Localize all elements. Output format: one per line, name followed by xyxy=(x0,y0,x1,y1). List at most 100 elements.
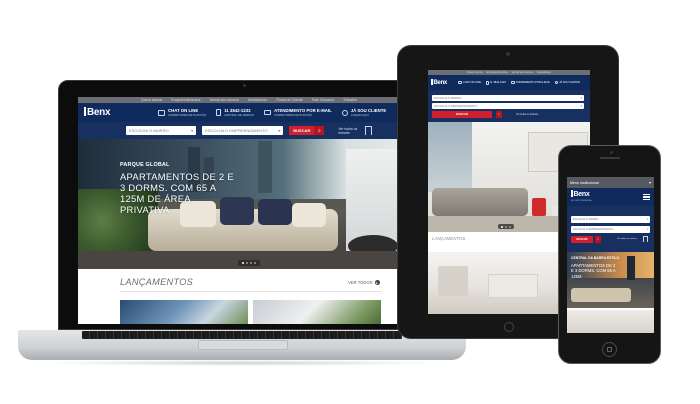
launch-card-image[interactable] xyxy=(253,300,381,324)
carousel-dot[interactable] xyxy=(509,225,511,228)
chevron-down-icon: ▾ xyxy=(648,180,651,185)
view-all-properties-link[interactable]: Ver todos os imóveis xyxy=(516,113,538,116)
phone-icon xyxy=(216,109,222,116)
bairro-select[interactable]: ESCOLHA O BAIRRO ▾ xyxy=(126,126,197,135)
nav-item[interactable]: Investidores xyxy=(537,71,551,74)
view-all-properties-link[interactable]: Ver todos os imóveis xyxy=(617,238,641,241)
email-support[interactable]: ATENDIMENTO POR E-MAIL CORRETORES DE PLA… xyxy=(264,108,332,117)
smartphone: Menu institucional ▾ Benx INCORPORADORA … xyxy=(558,145,661,364)
phone-speaker xyxy=(600,157,620,159)
bairro-select[interactable]: ESCOLHA O BAIRRO ▾ xyxy=(571,215,650,223)
logo-mark xyxy=(84,107,86,116)
phone-camera xyxy=(610,151,613,154)
carousel-dots[interactable] xyxy=(238,260,260,266)
hero-banner: PARQUE GLOBAL APARTAMENTOS DE 2 E 3 DORM… xyxy=(78,139,420,269)
nav-item[interactable]: Fale Conosco xyxy=(312,98,334,102)
nav-item[interactable]: Investidores xyxy=(248,98,267,102)
building-icon xyxy=(364,126,373,135)
user-icon xyxy=(555,81,559,84)
interior-detail-image xyxy=(488,274,538,298)
view-all-link[interactable]: VER TODOS ▸ xyxy=(348,280,380,285)
view-all-properties-link[interactable]: Ver todos os imóveis xyxy=(338,127,358,135)
chevron-down-icon: ▾ xyxy=(646,227,648,231)
hero-banner: CENTRAL DA BARRA ESTILO APARTAMENTOS DE … xyxy=(567,252,654,308)
search-button[interactable]: BUSCAR xyxy=(289,126,315,135)
search-button[interactable]: BUSCAR xyxy=(432,110,492,118)
site-logo[interactable]: Benx xyxy=(431,79,453,86)
carousel-dot[interactable] xyxy=(250,262,252,264)
hero-headline: APARTAMENTOS DE 2 E 3 DORMS. COM 65 A 12… xyxy=(571,263,616,279)
chat-icon xyxy=(458,81,462,84)
carousel-dot[interactable] xyxy=(246,262,248,264)
logo-mark xyxy=(431,79,433,85)
empreendimento-select[interactable]: ESCOLHA O EMPREENDIMENTO ▾ xyxy=(202,126,284,135)
empreendimento-select[interactable]: ESCOLHA O EMPREENDIMENTO ▾ xyxy=(571,225,650,233)
client-login[interactable]: JÁ SOU CLIENTE xyxy=(555,81,580,84)
sofa-image xyxy=(432,188,528,216)
home-button-icon[interactable] xyxy=(504,322,514,332)
search-icon[interactable]: ⌕ xyxy=(314,126,325,135)
site-logo[interactable]: Benx INCORPORADORA xyxy=(571,189,592,205)
chevron-down-icon: ▾ xyxy=(580,95,582,100)
tablet-camera xyxy=(506,52,510,56)
launch-card-image[interactable] xyxy=(120,300,248,324)
sales-phone[interactable]: 11 3842-1333 xyxy=(485,80,506,85)
sales-phone[interactable]: 11 3842-1333 CENTRAL DE VENDAS xyxy=(216,108,254,117)
window-image xyxy=(428,122,472,192)
nav-item[interactable]: Quem somos xyxy=(141,98,162,102)
email-support[interactable]: ATENDIMENTO POR E-MAIL xyxy=(510,81,550,84)
email-icon xyxy=(510,81,515,84)
carousel-dot[interactable] xyxy=(254,262,256,264)
building-silhouette xyxy=(627,256,635,280)
nav-item[interactable]: Quem somos xyxy=(467,71,482,74)
bairro-select[interactable]: ESCOLHA O BAIRRO ▾ xyxy=(432,94,584,101)
client-login[interactable]: JÁ SOU CLIENTE CLIQUE AQUI xyxy=(341,108,386,117)
home-button-icon[interactable] xyxy=(602,342,617,357)
search-bar: ESCOLHA O BAIRRO ▾ ESCOLHA O EMPREENDIMEN… xyxy=(567,206,654,252)
nav-item[interactable]: Empreendimentos xyxy=(171,98,200,102)
nav-item[interactable]: Venda seu terreno xyxy=(209,98,238,102)
search-button[interactable]: BUSCAR xyxy=(571,235,593,243)
chat-icon xyxy=(158,109,165,116)
search-bar: ESCOLHA O BAIRRO ▾ ESCOLHA O EMPREENDIMEN… xyxy=(78,122,420,139)
email-icon xyxy=(264,110,272,115)
site-logo[interactable]: Benx xyxy=(84,107,130,118)
nav-item[interactable]: Empreendimentos xyxy=(487,71,508,74)
nav-item[interactable]: Venda seu terreno xyxy=(512,71,533,74)
arrow-right-icon: ▸ xyxy=(374,280,380,285)
user-icon xyxy=(341,109,348,116)
launch-card-image[interactable] xyxy=(567,310,654,333)
nav-item[interactable]: Trabalhe xyxy=(343,98,357,102)
search-bar: ESCOLHA O BAIRRO ▾ ESCOLHA O EMPREENDIMEN… xyxy=(428,90,590,122)
carousel-dot[interactable] xyxy=(501,225,503,228)
building-icon xyxy=(643,236,648,242)
empreendimento-select[interactable]: ESCOLHA O EMPREENDIMENTO ▾ xyxy=(432,102,584,109)
carousel-dots[interactable] xyxy=(498,224,514,229)
chat-online[interactable]: CHAT ON LINE CORRETORES DE PLANTÃO xyxy=(158,108,206,117)
launches-section-title: LANÇAMENTOS xyxy=(120,277,194,287)
cushion-image xyxy=(292,203,326,227)
laptop-screen: Quem somos Empreendimentos Venda seu ter… xyxy=(78,97,420,324)
laptop-keyboard xyxy=(82,331,402,339)
site-header: Benx CHAT ON LINE 11 3842-1333 ATENDIMEN… xyxy=(428,75,590,90)
red-stool-image xyxy=(532,198,546,216)
logo-mark xyxy=(571,189,573,197)
site-header: Benx CHAT ON LINE CORRETORES DE PLANTÃO … xyxy=(78,103,420,122)
search-icon[interactable]: ⌕ xyxy=(595,235,601,243)
chat-online[interactable]: CHAT ON LINE xyxy=(458,81,481,84)
carousel-dot[interactable] xyxy=(505,225,507,228)
sofa-image xyxy=(571,288,631,302)
carousel-dot[interactable] xyxy=(242,262,244,264)
hero-headline: APARTAMENTOS DE 2 E 3 DORMS. COM 65 A 12… xyxy=(120,171,234,215)
section-divider xyxy=(120,291,382,292)
mobile-menu-bar[interactable]: Menu institucional ▾ xyxy=(567,177,654,188)
interior-detail-image xyxy=(438,266,468,296)
nav-item[interactable]: Portal do Cliente xyxy=(276,98,303,102)
search-icon[interactable]: ⌕ xyxy=(496,110,502,118)
phone-screen: Menu institucional ▾ Benx INCORPORADORA … xyxy=(567,177,654,333)
chevron-down-icon: ▾ xyxy=(278,128,281,133)
chevron-down-icon: ▾ xyxy=(580,103,582,108)
hamburger-icon[interactable] xyxy=(643,194,650,200)
building-silhouette xyxy=(258,141,272,193)
chevron-down-icon: ▾ xyxy=(646,217,648,221)
